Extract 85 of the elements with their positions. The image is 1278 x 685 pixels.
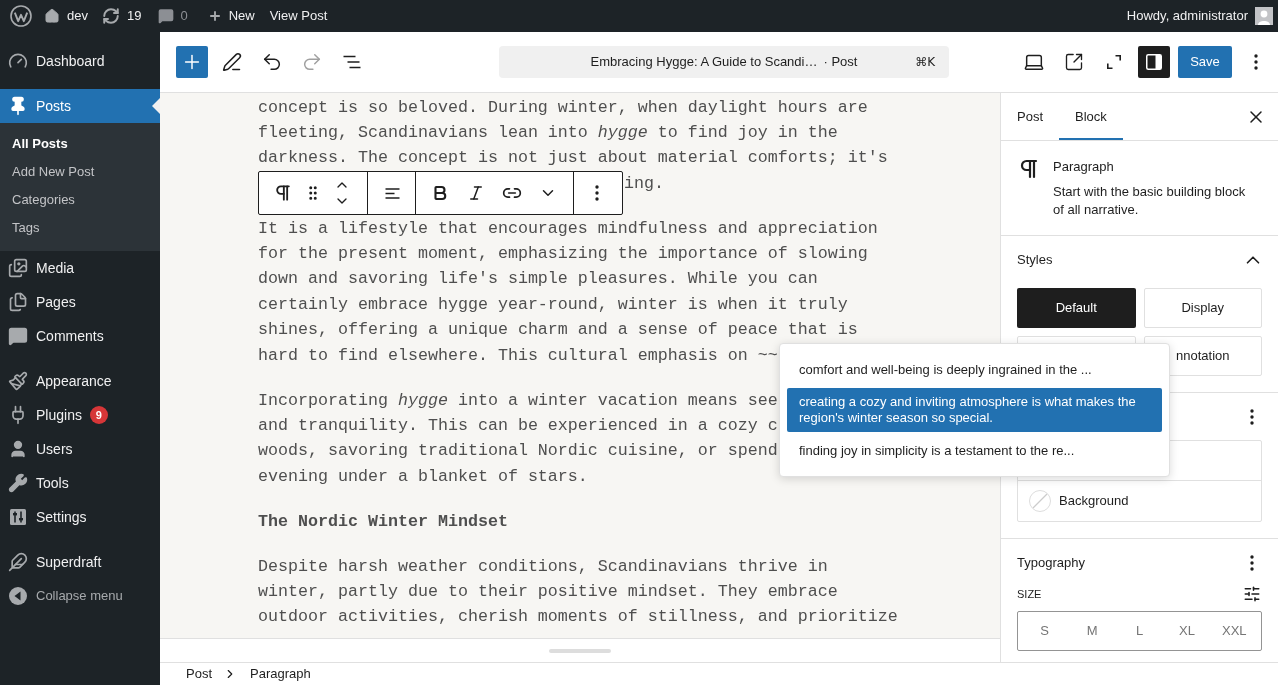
pushpin-icon (8, 96, 28, 116)
style-option[interactable]: Default (1017, 288, 1136, 328)
bold-icon (431, 184, 449, 202)
pilcrow-icon (273, 183, 293, 203)
menu-item[interactable]: Superdraft (0, 545, 160, 579)
feather-icon (8, 552, 28, 572)
comments-link[interactable]: 0 (158, 0, 188, 32)
refresh-icon (101, 7, 120, 25)
menu-item[interactable]: Tools (0, 466, 160, 500)
account-menu[interactable]: Howdy, administrator (1126, 0, 1273, 32)
italic-icon (467, 184, 485, 202)
style-option[interactable]: Display (1143, 288, 1262, 328)
submenu-item[interactable]: Categories (0, 186, 160, 214)
menu-item[interactable]: Media (0, 251, 160, 285)
menu-item[interactable]: Dashboard (0, 44, 160, 78)
more-vertical-icon (595, 185, 599, 201)
fullscreen-icon (1107, 55, 1121, 69)
paragraph-text: Despite harsh weather conditions, Scandinavians thrive in winter, partly due to their positive mindset. They embrace outdoor activities, cherish moments of stillness, and prioritize (258, 555, 898, 629)
suggestion-option[interactable]: creating a cozy and inviting atmosphere is what makes the region's winter season so special. (787, 388, 1162, 432)
menu-item[interactable]: Comments (0, 319, 160, 353)
submenu-item[interactable]: Add New Post (0, 158, 160, 186)
block-title: Paragraph (1053, 158, 1115, 176)
avatar-icon (1255, 7, 1273, 25)
styles-panel-toggle[interactable]: Styles (1001, 236, 1278, 284)
logo-link[interactable] (10, 5, 32, 27)
panel-title: Typography (1017, 553, 1085, 572)
more-vertical-icon (1254, 54, 1258, 70)
count-badge: 9 (89, 406, 108, 424)
menu-item[interactable]: Posts (0, 89, 160, 123)
size-option[interactable]: L (1115, 615, 1164, 647)
section-heading: The Nordic Winter Mindset (258, 510, 508, 533)
sidebar-panel-icon (1146, 54, 1162, 70)
paragraph-text: Incorporating hygge into a winter vacation means see and tranquility. This can be experienced in a cozy c woods, savoring traditional Nordic cuisine, or spend evening under a blanket of stars. (258, 389, 778, 488)
pencil-icon (222, 52, 242, 72)
size-label: SIZE (1017, 586, 1042, 602)
size-option[interactable]: M (1068, 615, 1116, 647)
sidebar-tab[interactable]: Post (1001, 93, 1059, 140)
no-color-swatch-icon (1029, 490, 1051, 512)
resize-handle[interactable] (549, 648, 611, 653)
updates-link[interactable]: 19 (101, 0, 142, 32)
home-icon (44, 8, 60, 24)
block-description: Start with the basic building block of all narrative. (1053, 183, 1247, 219)
speech-bubble-icon (158, 8, 175, 24)
list-view-icon (343, 55, 361, 69)
sliders-icon (1243, 585, 1261, 603)
breadcrumb-link[interactable]: Paragraph (246, 664, 315, 684)
save-button[interactable]: Save (1178, 46, 1232, 78)
paragraph-text: ing. (624, 172, 664, 195)
documents-icon (8, 292, 28, 312)
sidebar-tab[interactable]: Block (1059, 93, 1123, 140)
color-option[interactable]: Background (1018, 481, 1261, 521)
menu-item[interactable]: Appearance (0, 364, 160, 398)
command-bar[interactable]: Embracing Hygge: A Guide to Scandi… · Post ⌘K (499, 46, 949, 78)
new-content-link[interactable]: New (207, 0, 255, 32)
external-link-icon (1064, 52, 1084, 72)
menu-item[interactable]: Users (0, 432, 160, 466)
menu-item[interactable]: Pages (0, 285, 160, 319)
site-link[interactable]: dev (44, 0, 88, 32)
speech-bubble-icon (8, 326, 28, 346)
breadcrumb-link[interactable]: Post (182, 664, 216, 684)
sliders-icon (8, 507, 28, 527)
menu-item[interactable]: Plugins 9 (0, 398, 160, 432)
size-option[interactable]: S (1021, 615, 1069, 647)
undo-icon (261, 51, 283, 73)
logo-icon (10, 5, 32, 27)
view-post-link[interactable]: View Post (269, 0, 328, 32)
plus-icon (207, 9, 222, 23)
paintbrush-icon (8, 371, 28, 391)
settings-toggle-button[interactable] (1138, 46, 1170, 78)
gauge-icon (8, 51, 28, 71)
wrench-icon (8, 473, 28, 493)
add-block-button[interactable] (176, 46, 208, 78)
size-option[interactable]: XL (1163, 615, 1211, 647)
collapse-menu-button[interactable]: Collapse menu (0, 579, 160, 613)
more-vertical-icon (1250, 408, 1254, 425)
more-vertical-icon (1250, 554, 1254, 571)
user-icon (8, 439, 28, 459)
submenu-item[interactable]: All Posts (0, 130, 160, 158)
align-left-icon (384, 187, 400, 199)
size-option[interactable]: XXL (1210, 615, 1259, 647)
submenu-item[interactable]: Tags (0, 214, 160, 242)
suggestion-option[interactable]: finding joy in simplicity is a testament to the re... (787, 432, 1162, 469)
images-icon (8, 258, 28, 278)
redo-icon (301, 51, 323, 73)
menu-item[interactable]: Settings (0, 500, 160, 534)
